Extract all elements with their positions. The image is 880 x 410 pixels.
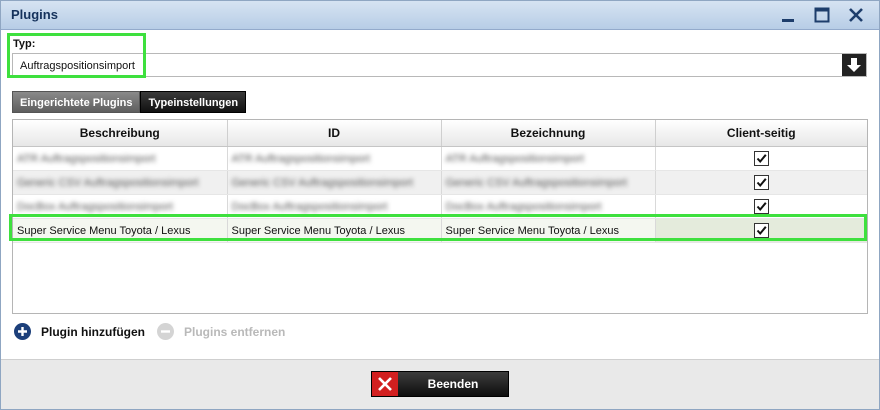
tab-bar: Eingerichtete Plugins Typeinstellungen <box>12 91 247 113</box>
cell-text: ATR Auftragspositionsimport <box>17 152 156 165</box>
title-bar: Plugins <box>1 1 879 30</box>
client-side-checkbox[interactable] <box>753 175 769 190</box>
client-side-checkbox[interactable] <box>753 199 769 214</box>
checkmark-icon <box>756 178 767 188</box>
minus-circle-icon <box>156 323 174 340</box>
table-row[interactable]: ATR Auftragspositionsimport ATR Auftrags… <box>13 146 867 171</box>
cell-text: Generic CSV Auftragspositionsimport <box>17 176 199 189</box>
add-plugin-button[interactable]: Plugin hinzufügen <box>14 323 145 340</box>
cell-bezeichnung: ATR Auftragspositionsimport <box>441 146 656 171</box>
checkmark-icon <box>756 202 767 212</box>
column-header-client-seitig[interactable]: Client-seitig <box>655 120 867 147</box>
remove-plugins-label: Plugins entfernen <box>183 324 286 339</box>
close-window-button[interactable] <box>843 3 869 27</box>
client-side-checkbox[interactable] <box>753 151 769 166</box>
cell-text: ATR Auftragspositionsimport <box>231 152 371 165</box>
beenden-button[interactable]: Beenden <box>371 371 509 397</box>
action-bar: Plugin hinzufügen Plugins entfernen <box>14 323 297 340</box>
cell-client-seitig <box>655 146 867 171</box>
cell-beschreibung: ATR Auftragspositionsimport <box>13 146 228 171</box>
cell-text: Generic CSV Auftragspositionsimport <box>445 176 628 189</box>
cell-bezeichnung: Generic CSV Auftragspositionsimport <box>441 170 656 195</box>
cell-text: DocBox Auftragspositionsimport <box>17 200 173 213</box>
plugins-window: Plugins Typ: Auftragspositionsimport Ein… <box>0 0 880 410</box>
close-icon <box>849 8 863 22</box>
typ-highlight-box <box>7 33 146 78</box>
cell-text: Generic CSV Auftragspositionsimport <box>231 176 414 189</box>
dropdown-arrow-button[interactable] <box>842 54 866 76</box>
footer-bar: Beenden <box>1 359 879 409</box>
beenden-label: Beenden <box>427 377 479 391</box>
cell-text: DocBox Auftragspositionsimport <box>231 200 388 213</box>
remove-plugins-button[interactable]: Plugins entfernen <box>156 323 286 340</box>
tab-typeinstellungen[interactable]: Typeinstellungen <box>140 91 247 113</box>
column-header-bezeichnung[interactable]: Bezeichnung <box>441 120 656 147</box>
cell-id: ATR Auftragspositionsimport <box>227 146 442 171</box>
cell-beschreibung: Generic CSV Auftragspositionsimport <box>13 170 228 195</box>
maximize-button[interactable] <box>809 3 835 27</box>
minimize-button[interactable] <box>775 3 801 27</box>
column-header-id[interactable]: ID <box>227 120 442 147</box>
add-plugin-label: Plugin hinzufügen <box>41 324 145 339</box>
checkmark-icon <box>756 154 767 164</box>
maximize-icon <box>814 7 830 23</box>
window-title: Plugins <box>11 7 58 22</box>
column-header-beschreibung[interactable]: Beschreibung <box>13 120 228 147</box>
table-header-row: Beschreibung ID Bezeichnung Client-seiti… <box>13 120 867 147</box>
plus-circle-icon <box>14 323 31 340</box>
close-x-icon <box>372 372 398 396</box>
cell-text: DocBox Auftragspositionsimport <box>445 200 602 213</box>
arrow-down-icon <box>847 58 861 72</box>
selected-row-highlight-box <box>9 214 867 241</box>
cell-text: ATR Auftragspositionsimport <box>445 152 585 165</box>
cell-id: Generic CSV Auftragspositionsimport <box>227 170 442 195</box>
table-row[interactable]: Generic CSV Auftragspositionsimport Gene… <box>13 170 867 195</box>
tab-eingerichtete-plugins[interactable]: Eingerichtete Plugins <box>12 91 141 113</box>
minimize-icon <box>782 19 794 22</box>
cell-client-seitig <box>655 170 867 195</box>
